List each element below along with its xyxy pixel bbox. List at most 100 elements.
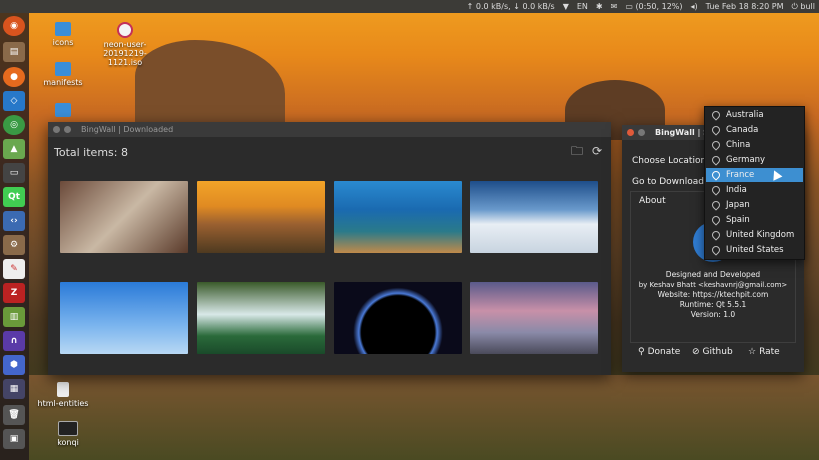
disc-icon (117, 22, 133, 38)
folder-icon (55, 103, 71, 117)
terminal-file-icon (58, 421, 78, 436)
desktop-icon-iso[interactable]: neon-user-20191219-1121.iso (97, 22, 153, 67)
filezilla-icon[interactable]: Z (3, 283, 25, 303)
donate-button[interactable]: ⚲ Donate (638, 347, 680, 357)
clock[interactable]: Tue Feb 18 8:20 PM (706, 2, 784, 11)
about-line: by Keshav Bhatt <keshavnrj@gmail.com> (638, 281, 788, 289)
minimize-icon[interactable] (638, 129, 645, 136)
rate-button[interactable]: ☆ Rate (748, 347, 780, 357)
network-speed[interactable]: ↑ 0.0 kB/s, ↓ 0.0 kB/s (467, 2, 555, 11)
close-icon[interactable] (53, 126, 60, 133)
option-label: Japan (726, 200, 750, 210)
option-label: China (726, 140, 751, 150)
ground-rocks (29, 375, 819, 460)
wallpaper-thumb-sea-of-clouds[interactable] (470, 181, 598, 253)
location-option[interactable]: Japan (706, 198, 803, 212)
minimize-icon[interactable] (64, 126, 71, 133)
total-items-label: Total items: 8 (54, 146, 128, 159)
github-icon: ⊘ (692, 347, 700, 357)
rate-label: Rate (759, 347, 780, 357)
donate-label: Donate (647, 347, 681, 357)
location-option[interactable]: Canada (706, 123, 803, 137)
wallpaper-thumb-planet-eclipse[interactable] (334, 282, 462, 354)
location-option[interactable]: Germany (706, 153, 803, 167)
user-name: bull (800, 1, 815, 11)
files-icon[interactable]: ▤ (3, 42, 25, 62)
go-to-downloads-button[interactable]: Go to Downloads (632, 177, 709, 187)
workspace-switcher-icon[interactable]: ▦ (3, 379, 25, 399)
location-option[interactable]: United Kingdom (706, 228, 803, 242)
location-pin-icon (710, 244, 722, 256)
archive-manager-icon[interactable]: ▥ (3, 307, 25, 327)
location-option[interactable]: China (706, 138, 803, 152)
location-option[interactable]: Australia (706, 108, 803, 122)
location-option[interactable]: India (706, 183, 803, 197)
location-dropdown[interactable]: Australia Canada China Germany France In… (704, 106, 805, 260)
location-pin-icon (710, 154, 722, 166)
location-pin-icon (710, 109, 722, 121)
github-button[interactable]: ⊘ Github (692, 347, 733, 357)
close-icon[interactable] (627, 129, 634, 136)
location-pin-icon (710, 184, 722, 196)
text-editor-icon[interactable]: ✎ (3, 259, 25, 279)
bingwall-window: BingWall | Downloaded Total items: 8 🗀 ⟳ (48, 122, 611, 375)
option-label: India (726, 185, 747, 195)
device-icon[interactable]: ▣ (3, 429, 25, 449)
battery-indicator[interactable]: ▭ (0:50, 12%) (625, 2, 682, 11)
top-panel: ↑ 0.0 kB/s, ↓ 0.0 kB/s ▼ EN ✱ ✉ ▭ (0:50,… (0, 0, 819, 13)
bluetooth-icon[interactable]: ✱ (596, 2, 603, 11)
location-option[interactable]: United States (706, 243, 803, 257)
refresh-icon[interactable]: ⟳ (590, 144, 604, 158)
location-pin-icon (710, 229, 722, 241)
about-line: Version: 1.0 (690, 310, 736, 319)
desktop-icon-manifests[interactable]: manifests (35, 62, 91, 87)
option-label: Germany (726, 155, 766, 165)
wifi-icon[interactable]: ▼ (563, 2, 569, 11)
wallpaper-thumb-coral-reef[interactable] (334, 181, 462, 253)
system-tray: ↑ 0.0 kB/s, ↓ 0.0 kB/s ▼ EN ✱ ✉ ▭ (0:50,… (467, 0, 815, 13)
desktop-icon-html-entities[interactable]: html-entities (35, 382, 91, 408)
volume-icon[interactable]: ◂) (691, 2, 698, 11)
wallpaper-thumb-corridor[interactable] (60, 181, 188, 253)
code-editor-icon[interactable]: ‹› (3, 211, 25, 231)
choose-location-label: Choose Location (632, 156, 707, 166)
location-pin-icon (710, 124, 722, 136)
about-info: Designed and Developed by Keshav Bhatt <… (631, 270, 795, 320)
desktop-icon-label: manifests (43, 78, 83, 87)
dash-icon[interactable]: ◉ (3, 16, 25, 36)
wallpaper-thumb-temple-peak[interactable] (470, 282, 598, 354)
headset-icon[interactable]: ∩ (3, 331, 25, 351)
option-label: Australia (726, 110, 764, 120)
about-line: Designed and Developed (665, 270, 761, 279)
desktop-icon-label: html-entities (37, 399, 89, 408)
location-option[interactable]: Spain (706, 213, 803, 227)
open-folder-icon[interactable]: 🗀 (570, 144, 584, 158)
android-studio-icon[interactable]: ▲ (3, 139, 25, 159)
wallpaper-thumb-waterfall[interactable] (197, 282, 325, 354)
qt-creator-icon[interactable]: Qt (3, 187, 25, 207)
folder-icon (55, 22, 71, 36)
window-titlebar[interactable]: BingWall | Downloaded (48, 122, 611, 137)
option-label: Spain (726, 215, 750, 225)
vscode-icon[interactable]: ◇ (3, 91, 25, 111)
desktop-icon-label: neon-user-20191219-1121.iso (103, 40, 147, 67)
desktop-icon-icons[interactable]: icons (35, 22, 91, 47)
location-option-selected[interactable]: France (706, 168, 803, 182)
app-store-icon[interactable]: ⬢ (3, 355, 25, 375)
wallpaper-thumb-mountain-sunset[interactable] (197, 181, 325, 253)
battery-text: (0:50, 12%) (635, 2, 683, 11)
trash-icon[interactable]: 🗑 (3, 405, 25, 425)
chrome-icon[interactable]: ◎ (3, 115, 25, 135)
mail-icon[interactable]: ✉ (611, 2, 618, 11)
desktop-icon-konqi[interactable]: konqi (40, 421, 96, 447)
network-speed-text: 0.0 kB/s, ↓ 0.0 kB/s (475, 2, 555, 11)
keyboard-layout[interactable]: EN (577, 2, 588, 11)
desktop-icon-label: icons (52, 38, 74, 47)
terminal-icon[interactable]: ▭ (3, 163, 25, 183)
window-title: BingWall | Downloaded (81, 125, 174, 134)
firefox-icon[interactable]: ● (3, 67, 25, 87)
system-settings-icon[interactable]: ⚙ (3, 235, 25, 255)
desktop-icon-folder[interactable] (35, 103, 91, 119)
wallpaper-thumb-umbrella-dancers[interactable] (60, 282, 188, 354)
power-menu[interactable]: ⏻ bull (792, 2, 815, 12)
